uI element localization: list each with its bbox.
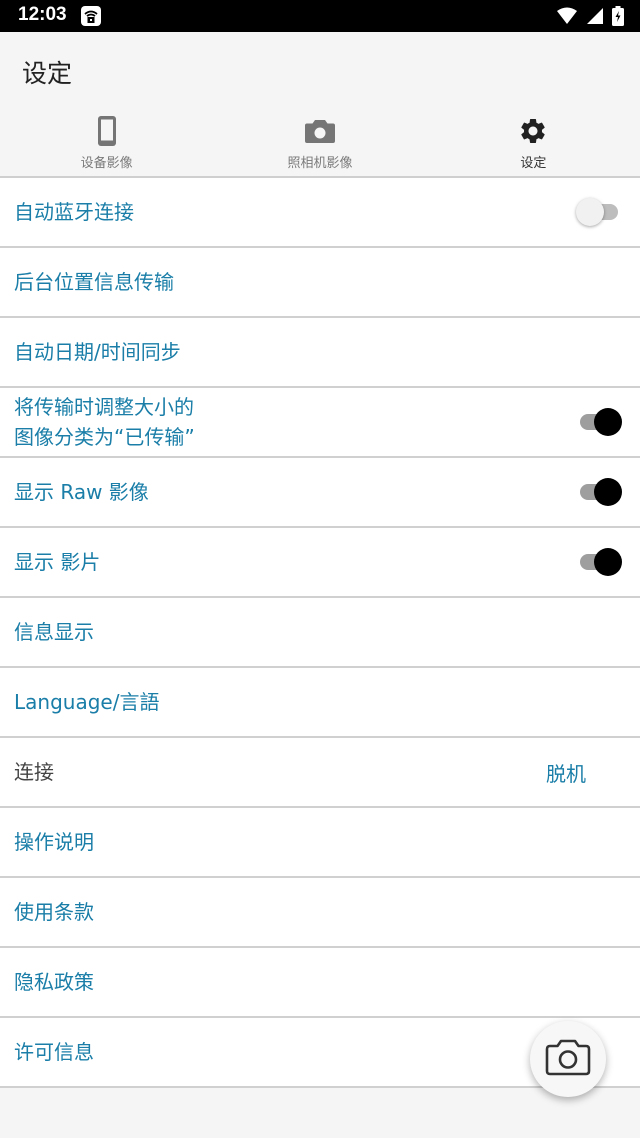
tab-camera-images[interactable]: 照相机影像 — [213, 114, 426, 174]
tab-bar: 设备影像 照相机影像 设定 — [0, 114, 640, 174]
setting-terms-of-use[interactable]: 使用条款 — [0, 878, 640, 948]
phone-icon — [96, 114, 118, 148]
show-raw-toggle[interactable] — [576, 475, 622, 509]
setting-show-movies[interactable]: 显示 影片 — [0, 528, 640, 598]
setting-label: 信息显示 — [14, 620, 94, 644]
setting-privacy-policy[interactable]: 隐私政策 — [0, 948, 640, 1018]
setting-auto-datetime-sync[interactable]: 自动日期/时间同步 — [0, 318, 640, 388]
setting-label: 许可信息 — [14, 1040, 94, 1064]
sim-lock-icon — [80, 5, 102, 31]
setting-instructions[interactable]: 操作说明 — [0, 808, 640, 878]
setting-label: 将传输时调整大小的 图像分类为“已传输” — [14, 392, 195, 452]
resized-transferred-toggle[interactable] — [576, 405, 622, 439]
status-bar: 12:03 — [0, 0, 640, 32]
tab-label: 设定 — [520, 156, 547, 171]
setting-label: 显示 Raw 影像 — [14, 480, 149, 504]
setting-label: 操作说明 — [14, 830, 94, 854]
tab-label: 设备影像 — [80, 156, 133, 171]
auto-bluetooth-toggle[interactable] — [576, 195, 622, 229]
show-movies-toggle[interactable] — [576, 545, 622, 579]
tab-device-images[interactable]: 设备影像 — [0, 114, 213, 174]
setting-label-line2: 图像分类为“已传输” — [14, 425, 195, 449]
setting-label: 显示 影片 — [14, 550, 101, 574]
wifi-icon — [556, 7, 578, 29]
setting-show-raw[interactable]: 显示 Raw 影像 — [0, 458, 640, 528]
setting-label: 隐私政策 — [14, 970, 94, 994]
setting-resized-transferred[interactable]: 将传输时调整大小的 图像分类为“已传输” — [0, 388, 640, 458]
setting-connection: 连接 脱机 — [0, 738, 640, 808]
setting-label: 后台位置信息传输 — [14, 270, 174, 294]
setting-label: 自动日期/时间同步 — [14, 340, 181, 364]
setting-label-line1: 将传输时调整大小的 — [14, 395, 194, 419]
connection-status-value: 脱机 — [546, 761, 586, 786]
setting-label: 连接 — [14, 760, 54, 784]
tab-settings[interactable]: 设定 — [427, 114, 640, 174]
setting-info-display[interactable]: 信息显示 — [0, 598, 640, 668]
camera-fab-button[interactable] — [530, 1021, 606, 1097]
settings-list: 自动蓝牙连接 后台位置信息传输 自动日期/时间同步 将传输时调整大小的 图像分类… — [0, 178, 640, 1088]
setting-label: 自动蓝牙连接 — [14, 200, 134, 224]
setting-auto-bluetooth[interactable]: 自动蓝牙连接 — [0, 178, 640, 248]
status-time: 12:03 — [18, 4, 67, 25]
setting-label: Language/言語 — [14, 690, 160, 714]
camera-outline-icon — [545, 1038, 591, 1080]
tab-label: 照相机影像 — [287, 156, 353, 171]
page-title: 设定 — [22, 59, 73, 88]
setting-language[interactable]: Language/言語 — [0, 668, 640, 738]
setting-label: 使用条款 — [14, 900, 94, 924]
signal-icon — [586, 7, 604, 29]
gear-icon — [518, 114, 548, 148]
setting-background-location[interactable]: 后台位置信息传输 — [0, 248, 640, 318]
battery-icon — [612, 6, 624, 30]
app-header: 设定 设备影像 照相机影像 设定 — [0, 32, 640, 178]
camera-icon — [304, 114, 336, 148]
